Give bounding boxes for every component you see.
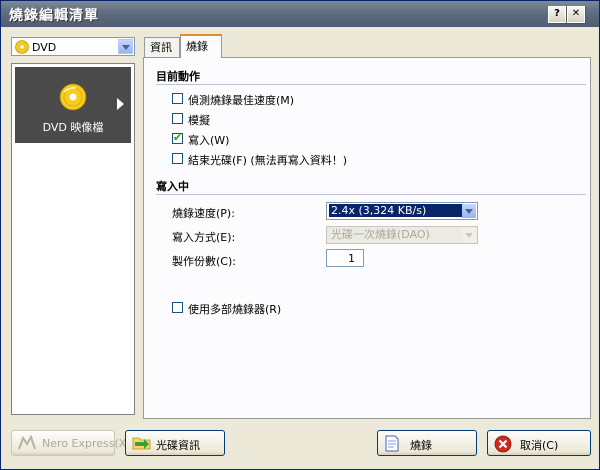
- checkbox-label: 寫入(W): [188, 134, 230, 147]
- folder-icon: [132, 437, 151, 450]
- burn-label: 燒錄: [410, 439, 432, 452]
- disc-info-label: 光碟資訊: [156, 439, 200, 452]
- nero-logo-icon: [18, 435, 36, 450]
- checkbox-box[interactable]: [172, 93, 183, 104]
- help-button[interactable]: ?: [548, 6, 566, 23]
- current-action-heading: 目前動作: [156, 70, 200, 83]
- caret-right-icon: [117, 98, 124, 110]
- nero-express-label: Nero Express(X): [42, 437, 131, 450]
- chevron-down-icon: [462, 228, 476, 242]
- chevron-down-icon[interactable]: [462, 204, 476, 218]
- cancel-button[interactable]: 取消(C): [487, 430, 591, 456]
- cancel-label: 取消(C): [520, 439, 559, 452]
- window-title: 燒錄編輯清單: [9, 8, 99, 24]
- divider: [156, 194, 586, 195]
- compilation-type-list: DVD 映像檔: [11, 63, 135, 415]
- disc-type-value: DVD: [32, 41, 57, 54]
- checkbox-box[interactable]: [172, 153, 183, 164]
- chevron-down-icon[interactable]: [118, 39, 133, 54]
- checkbox-box[interactable]: [172, 113, 183, 124]
- dvd-disc-icon: [15, 40, 29, 54]
- burn-compilation-dialog: 燒錄編輯清單 ? ✕ DVD DVD 映像檔 資訊 燒錄 目前動作 偵測燒錄最佳…: [0, 0, 600, 470]
- writing-heading: 寫入中: [156, 180, 189, 193]
- divider: [156, 84, 586, 85]
- document-icon: [385, 435, 399, 452]
- title-bar[interactable]: 燒錄編輯清單 ? ✕: [1, 1, 599, 27]
- write-method-label: 寫入方式(E):: [172, 231, 236, 244]
- checkbox-label: 模擬: [188, 114, 210, 127]
- checkbox-label: 使用多部燒錄器(R): [188, 303, 282, 316]
- write-speed-value: 2.4x (3,324 KB/s): [329, 204, 463, 217]
- write-speed-label: 燒錄速度(P):: [172, 207, 235, 220]
- checkbox-box[interactable]: [172, 302, 183, 313]
- dvd-disc-icon: [59, 83, 87, 111]
- disc-type-dropdown[interactable]: DVD: [11, 37, 135, 56]
- write-method-value: 光碟一次燒錄(DAO): [331, 228, 430, 241]
- tab-burn[interactable]: 燒錄: [180, 34, 222, 58]
- burn-button[interactable]: 燒錄: [377, 430, 477, 456]
- checkbox-box[interactable]: [172, 131, 183, 144]
- burn-tab-panel: 目前動作 偵測燒錄最佳速度(M) 模擬 寫入(W) 結束光碟(F) (無法再寫入…: [143, 57, 591, 419]
- nero-express-button[interactable]: Nero Express(X): [11, 430, 131, 456]
- dvd-image-label: DVD 映像檔: [42, 121, 104, 134]
- copies-label: 製作份數(C):: [172, 255, 236, 268]
- write-method-select: 光碟一次燒錄(DAO): [326, 226, 478, 244]
- close-button[interactable]: ✕: [567, 6, 585, 23]
- write-speed-select[interactable]: 2.4x (3,324 KB/s): [326, 202, 478, 220]
- disc-info-button[interactable]: 光碟資訊: [125, 430, 225, 456]
- copies-value: 1: [348, 252, 355, 265]
- cancel-icon: [494, 435, 512, 453]
- copies-input[interactable]: 1: [326, 249, 364, 267]
- tab-info[interactable]: 資訊: [144, 37, 180, 57]
- dvd-image-tile[interactable]: DVD 映像檔: [15, 67, 131, 143]
- checkbox-label: 結束光碟(F) (無法再寫入資料！): [188, 154, 347, 167]
- checkbox-label: 偵測燒錄最佳速度(M): [188, 94, 295, 107]
